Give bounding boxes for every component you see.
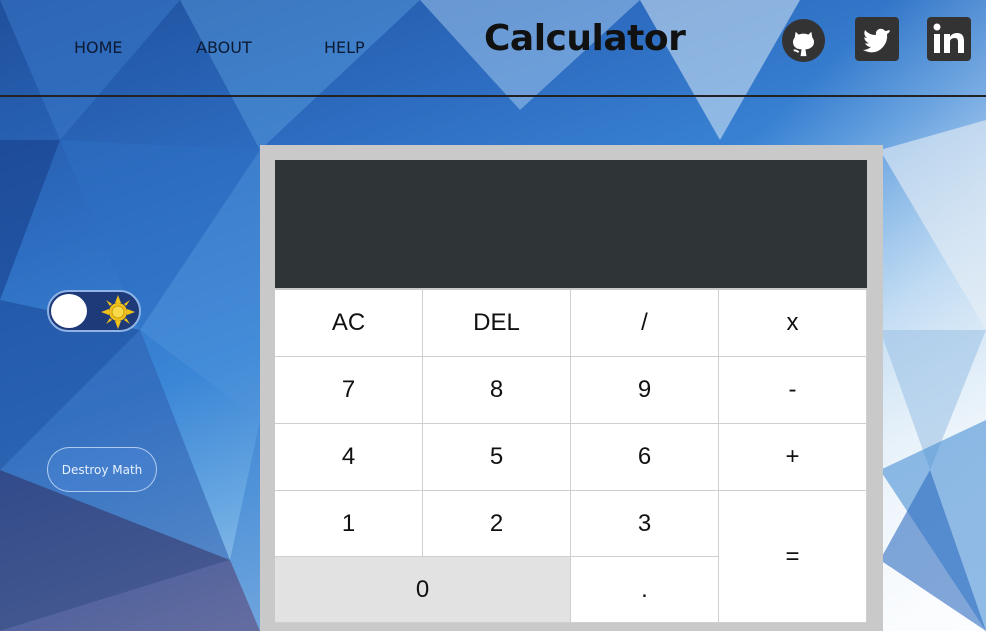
- calculator-display: [275, 160, 867, 288]
- key-1[interactable]: 1: [275, 491, 423, 557]
- key-equals[interactable]: =: [719, 491, 867, 623]
- key-0[interactable]: 0: [275, 557, 571, 623]
- key-divide[interactable]: /: [571, 290, 719, 357]
- linkedin-icon[interactable]: [927, 17, 971, 61]
- key-3[interactable]: 3: [571, 491, 719, 557]
- sun-icon: [101, 295, 135, 329]
- nav-help-link[interactable]: HELP: [324, 38, 365, 57]
- key-plus[interactable]: +: [719, 424, 867, 491]
- keypad: AC DEL / x 7 8 9 - 4 5 6 + 1 2 3 = 0 .: [275, 290, 867, 623]
- key-2[interactable]: 2: [423, 491, 571, 557]
- twitter-icon[interactable]: [855, 17, 899, 61]
- header-bar: HOME ABOUT HELP Calculator: [0, 0, 986, 97]
- nav-about-link[interactable]: ABOUT: [196, 38, 252, 57]
- nav-home-link[interactable]: HOME: [74, 38, 123, 57]
- key-decimal[interactable]: .: [571, 557, 719, 623]
- key-6[interactable]: 6: [571, 424, 719, 491]
- github-icon[interactable]: [780, 17, 827, 64]
- key-4[interactable]: 4: [275, 424, 423, 491]
- calculator: AC DEL / x 7 8 9 - 4 5 6 + 1 2 3 = 0 .: [260, 145, 883, 631]
- key-minus[interactable]: -: [719, 357, 867, 424]
- toggle-knob: [51, 294, 87, 328]
- key-5[interactable]: 5: [423, 424, 571, 491]
- theme-toggle[interactable]: [47, 290, 141, 332]
- key-del[interactable]: DEL: [423, 290, 571, 357]
- key-ac[interactable]: AC: [275, 290, 423, 357]
- page-title: Calculator: [484, 18, 686, 59]
- destroy-math-button[interactable]: Destroy Math: [47, 447, 157, 492]
- key-8[interactable]: 8: [423, 357, 571, 424]
- key-7[interactable]: 7: [275, 357, 423, 424]
- key-9[interactable]: 9: [571, 357, 719, 424]
- key-multiply[interactable]: x: [719, 290, 867, 357]
